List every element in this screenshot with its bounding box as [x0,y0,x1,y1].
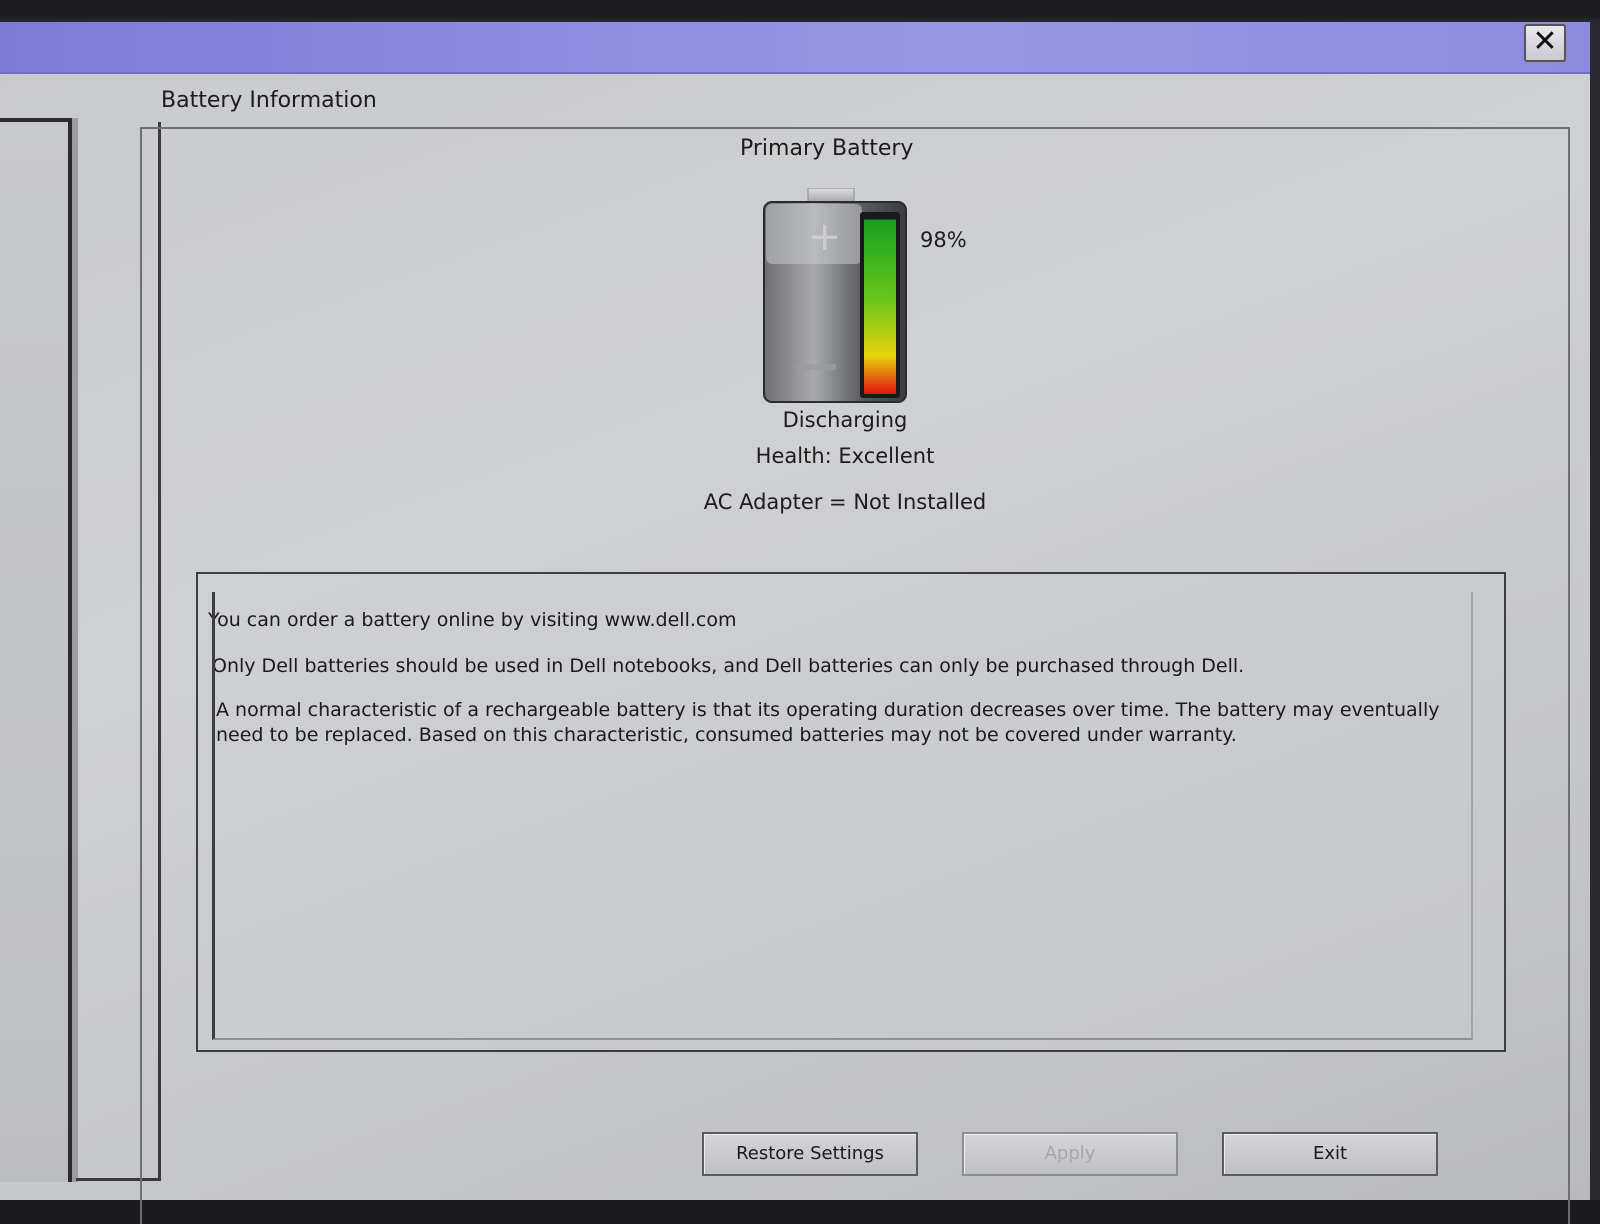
battery-health: Health: Excellent [755,444,935,468]
exit-button[interactable]: Exit [1222,1132,1438,1176]
info-panel-inner-border [212,592,1473,1040]
battery-icon: + [763,188,907,403]
gauge-fill [864,219,896,394]
apply-button[interactable]: Apply [962,1132,1178,1176]
ac-adapter-status: AC Adapter = Not Installed [703,490,987,514]
battery-percent: 98% [920,228,967,252]
screen: ✕ Battery Information Primary Battery + … [0,0,1600,1224]
group-legend: Battery Information [155,88,383,113]
minus-sign [796,364,836,370]
plus-sign: + [808,214,842,260]
close-icon: ✕ [1532,24,1558,59]
battery-name: Primary Battery [740,136,914,161]
navigation-pane[interactable] [0,118,72,1182]
close-button[interactable]: ✕ [1524,24,1566,62]
battery-status: Discharging [782,408,908,432]
title-bar: ✕ [0,22,1590,74]
info-panel: You can order a battery online by visiti… [196,572,1506,1052]
restore-settings-button[interactable]: Restore Settings [702,1132,918,1176]
